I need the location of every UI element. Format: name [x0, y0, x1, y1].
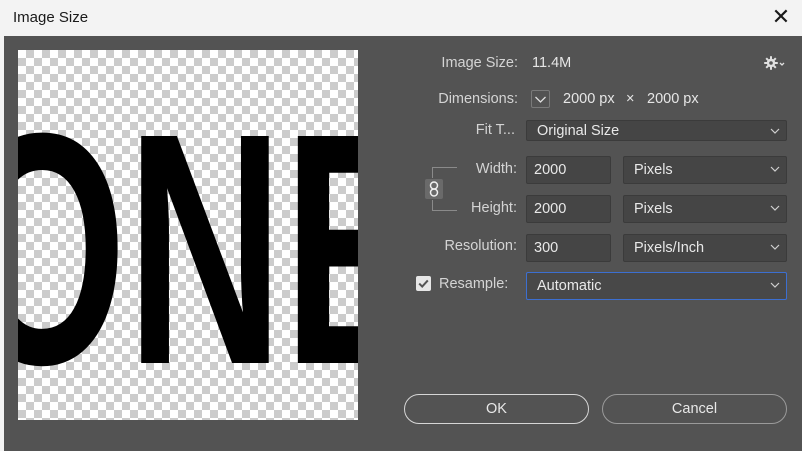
chevron-down-icon: [535, 96, 546, 103]
chevron-down-icon: [770, 205, 780, 211]
width-input[interactable]: 2000: [526, 156, 611, 184]
fit-to-select[interactable]: Original Size: [526, 120, 787, 141]
width-unit-value: Pixels: [634, 162, 673, 178]
height-unit-value: Pixels: [634, 201, 673, 217]
preview-artwork: ONE: [18, 64, 358, 420]
width-unit-select[interactable]: Pixels: [623, 156, 787, 184]
preview-text: ONE: [18, 64, 358, 420]
ok-button[interactable]: OK: [404, 394, 589, 424]
chevron-down-icon: [770, 244, 780, 250]
chain-link-icon: [429, 181, 439, 197]
resample-checkbox[interactable]: [416, 276, 431, 291]
image-preview[interactable]: ONE: [18, 50, 358, 420]
checkmark-icon: [418, 279, 429, 289]
height-label: Height:: [471, 200, 517, 216]
resample-select[interactable]: Automatic: [526, 272, 787, 300]
dimensions-label: Dimensions:: [438, 91, 518, 107]
dimensions-dropdown[interactable]: [531, 90, 550, 108]
dimensions-times: ×: [626, 91, 635, 107]
dimensions-height: 2000 px: [647, 91, 699, 107]
resolution-label: Resolution:: [444, 238, 517, 254]
fit-to-label: Fit T...: [475, 122, 515, 138]
resolution-unit-select[interactable]: Pixels/Inch: [623, 234, 787, 262]
close-icon[interactable]: ✕: [766, 2, 796, 32]
height-input[interactable]: 2000: [526, 195, 611, 223]
window-title: Image Size: [13, 9, 89, 26]
chevron-down-icon: [770, 282, 780, 288]
width-label: Width:: [475, 161, 517, 177]
fit-to-value: Original Size: [537, 123, 620, 139]
resample-label: Resample:: [439, 276, 509, 292]
image-size-label: Image Size:: [441, 55, 518, 71]
cancel-button[interactable]: Cancel: [602, 394, 787, 424]
chevron-down-icon: [770, 128, 780, 134]
resolution-input[interactable]: 300: [526, 234, 611, 262]
image-size-value: 11.4M: [532, 55, 572, 71]
height-unit-select[interactable]: Pixels: [623, 195, 787, 223]
dimensions-width: 2000 px: [563, 91, 615, 107]
resolution-unit-value: Pixels/Inch: [634, 240, 705, 256]
constrain-proportions-toggle[interactable]: [425, 179, 443, 199]
chevron-down-icon: [770, 166, 780, 172]
resample-value: Automatic: [537, 278, 602, 294]
title-bar: Image Size ✕: [0, 0, 802, 36]
gear-icon[interactable]: [763, 54, 785, 72]
